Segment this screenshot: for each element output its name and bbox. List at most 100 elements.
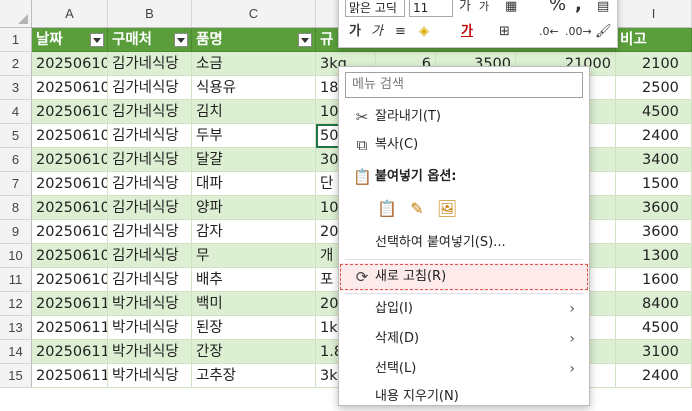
row-header[interactable]: 6 [0,148,32,172]
cell-store[interactable]: 김가네식당 [108,196,192,220]
cell-g[interactable]: 3100 [616,340,692,364]
row-header[interactable]: 14 [0,340,32,364]
row-header[interactable]: 2 [0,52,32,76]
cell-store[interactable]: 김가네식당 [108,268,192,292]
cell-item[interactable]: 김치 [192,100,316,124]
paste-formulas-icon[interactable]: ✎ [405,197,429,221]
menu-search-input[interactable]: 메뉴 검색 [345,72,583,98]
align-center-icon[interactable]: ≡ [395,22,406,42]
font-size-select[interactable]: 11 [409,0,453,17]
comma-style-icon[interactable]: , [575,0,582,15]
menu-item-refresh[interactable]: ⟳ 새로 고침(R) [339,263,589,291]
decrease-decimal-icon[interactable]: .00→ [565,22,592,42]
cell-g[interactable]: 1600 [616,268,692,292]
cell-store[interactable]: 김가네식당 [108,244,192,268]
menu-item-cut[interactable]: ✂ 잘라내기(T) [339,103,589,131]
column-header-i[interactable]: I [616,0,692,28]
menu-item-select[interactable]: 선택(L) › [339,355,589,383]
cell-store[interactable]: 김가네식당 [108,148,192,172]
paste-icon[interactable]: 📋 [375,197,399,221]
row-header[interactable]: 10 [0,244,32,268]
cell-store[interactable]: 김가네식당 [108,76,192,100]
cell-item[interactable]: 된장 [192,316,316,340]
cell-date[interactable]: 20250611 [32,364,108,388]
menu-item-insert[interactable]: 삽입(I) › [339,295,589,323]
italic-icon[interactable]: 가 [371,22,383,42]
cell-g[interactable]: 2400 [616,364,692,388]
cell-store[interactable]: 김가네식당 [108,172,192,196]
cell-item[interactable]: 배추 [192,268,316,292]
row-header[interactable]: 15 [0,364,32,388]
cell-item[interactable]: 양파 [192,196,316,220]
decrease-font-icon[interactable]: 가 [479,0,489,17]
row-header[interactable]: 13 [0,316,32,340]
cell-date[interactable]: 20250610 [32,220,108,244]
increase-decimal-icon[interactable]: .0← [539,22,559,42]
fill-color-icon[interactable]: ◈ [419,22,429,42]
row-header-1[interactable]: 1 [0,28,32,52]
cell-date[interactable]: 20250610 [32,100,108,124]
filter-dropdown-icon[interactable] [298,33,312,47]
cell-item[interactable]: 달걀 [192,148,316,172]
column-header-a[interactable]: A [32,0,108,28]
bold-icon[interactable]: 가 [349,22,361,42]
select-all-corner[interactable] [0,0,32,28]
font-color-icon[interactable]: 가 [461,22,473,42]
cell-date[interactable]: 20250611 [32,340,108,364]
row-header[interactable]: 4 [0,100,32,124]
cell-date[interactable]: 20250610 [32,244,108,268]
menu-item-paste-special[interactable]: 선택하여 붙여넣기(S)... [339,229,589,257]
cell-store[interactable]: 박가네식당 [108,340,192,364]
cell-g[interactable]: 1300 [616,244,692,268]
cell-store[interactable]: 박가네식당 [108,364,192,388]
cell-item[interactable]: 간장 [192,340,316,364]
cell-g[interactable]: 3600 [616,196,692,220]
menu-item-clear-contents[interactable]: 내용 지우기(N) [339,383,589,411]
cell-date[interactable]: 20250610 [32,148,108,172]
column-header-b[interactable]: B [108,0,192,28]
cell-store[interactable]: 박가네식당 [108,316,192,340]
cell-date[interactable]: 20250610 [32,172,108,196]
cell-item[interactable]: 두부 [192,124,316,148]
cell-g[interactable]: 2400 [616,124,692,148]
cell-g[interactable]: 3600 [616,220,692,244]
row-header[interactable]: 7 [0,172,32,196]
cell-g[interactable]: 8400 [616,292,692,316]
cell-date[interactable]: 20250610 [32,196,108,220]
cell-store[interactable]: 김가네식당 [108,100,192,124]
percent-style-icon[interactable]: % [549,0,566,15]
format-painter-icon[interactable]: 🖌 [595,22,612,42]
cell-item[interactable]: 소금 [192,52,316,76]
cell-date[interactable]: 20250610 [32,52,108,76]
cell-g[interactable]: 2500 [616,76,692,100]
filter-dropdown-icon[interactable] [90,33,104,47]
column-header-c[interactable]: C [192,0,316,28]
cell-store[interactable]: 박가네식당 [108,292,192,316]
cell-date[interactable]: 20250611 [32,292,108,316]
menu-item-copy[interactable]: ⧉ 복사(C) [339,131,589,159]
row-header[interactable]: 3 [0,76,32,100]
cell-date[interactable]: 20250610 [32,124,108,148]
cell-store[interactable]: 김가네식당 [108,124,192,148]
cell-date[interactable]: 20250610 [32,76,108,100]
font-name-select[interactable]: 맑은 고딕 [345,0,405,17]
row-header[interactable]: 5 [0,124,32,148]
cell-item[interactable]: 고추장 [192,364,316,388]
borders-grid-icon[interactable]: ▤ [597,0,609,17]
cell-g[interactable]: 4500 [616,316,692,340]
row-header[interactable]: 8 [0,196,32,220]
cell-g[interactable]: 4500 [616,100,692,124]
cell-item[interactable]: 백미 [192,292,316,316]
row-header[interactable]: 9 [0,220,32,244]
cell-store[interactable]: 김가네식당 [108,52,192,76]
borders-icon[interactable]: ⊞ [499,22,510,42]
cell-g[interactable]: 3400 [616,148,692,172]
cell-date[interactable]: 20250611 [32,316,108,340]
increase-font-icon[interactable]: 가 [459,0,471,17]
row-header[interactable]: 12 [0,292,32,316]
cell-item[interactable]: 식용유 [192,76,316,100]
format-painter-table-icon[interactable]: ▦ [505,0,517,17]
filter-dropdown-icon[interactable] [174,33,188,47]
cell-g[interactable]: 1500 [616,172,692,196]
menu-item-delete[interactable]: 삭제(D) › [339,325,589,353]
